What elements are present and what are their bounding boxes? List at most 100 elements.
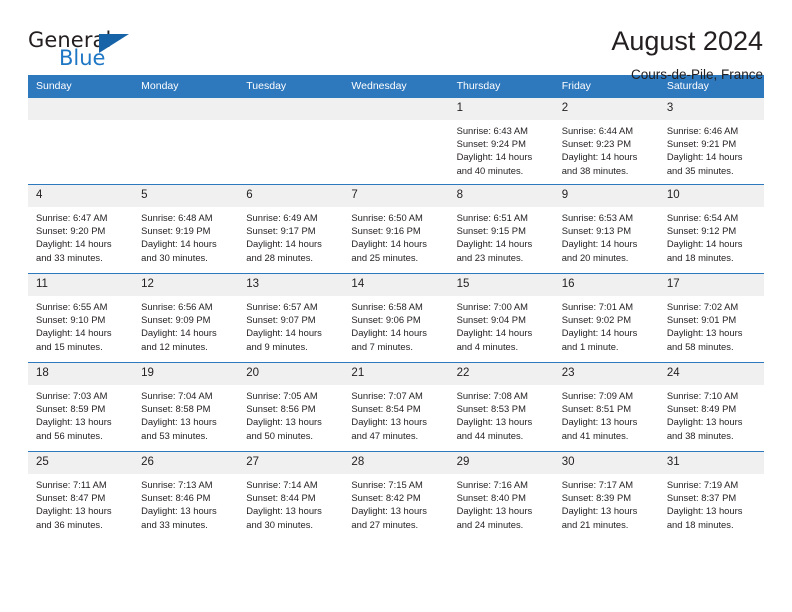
daylight-text: Daylight: 13 hours and 47 minutes. xyxy=(351,416,427,441)
sunset-text: Sunset: 9:02 PM xyxy=(561,314,632,326)
daylight-text: Daylight: 14 hours and 20 minutes. xyxy=(561,238,638,263)
calendar-day-cell[interactable]: 12 Sunrise: 6:56 AM Sunset: 9:09 PM Dayligh… xyxy=(133,273,239,363)
calendar-day-cell[interactable]: 14 Sunrise: 6:58 AM Sunset: 9:06 PM Dayligh… xyxy=(343,273,449,363)
day-cell-inner: 24 Sunrise: 7:10 AM Sunset: 8:49 PM Dayligh… xyxy=(658,363,764,451)
day-cell-inner: 3 Sunrise: 6:46 AM Sunset: 9:21 PM Daylight… xyxy=(658,98,764,184)
sunrise-text: Sunrise: 7:07 AM xyxy=(351,390,423,401)
day-number: 20 xyxy=(238,363,344,385)
day-number: 18 xyxy=(28,363,134,385)
calendar-day-cell[interactable]: 11 Sunrise: 6:55 AM Sunset: 9:10 PM Dayligh… xyxy=(28,273,134,363)
calendar-day-cell[interactable]: 29 Sunrise: 7:16 AM Sunset: 8:40 PM Dayligh… xyxy=(448,451,554,540)
day-cell-inner xyxy=(133,98,239,184)
day-number: 24 xyxy=(658,363,764,385)
calendar-day-cell[interactable]: 23 Sunrise: 7:09 AM Sunset: 8:51 PM Dayligh… xyxy=(553,362,659,452)
day-sun-info: Sunrise: 7:08 AM Sunset: 8:53 PM Daylight:… xyxy=(449,385,554,442)
calendar-day-cell[interactable]: 6 Sunrise: 6:49 AM Sunset: 9:17 PM Daylight… xyxy=(238,184,344,274)
day-sun-info: Sunrise: 7:02 AM Sunset: 9:01 PM Daylight:… xyxy=(659,296,764,353)
calendar-day-cell[interactable]: 1 Sunrise: 6:43 AM Sunset: 9:24 PM Daylight… xyxy=(448,98,554,185)
calendar-day-cell[interactable]: 21 Sunrise: 7:07 AM Sunset: 8:54 PM Dayligh… xyxy=(343,362,449,452)
logo-text-blue: Blue xyxy=(59,46,106,70)
calendar-day-cell[interactable]: 18 Sunrise: 7:03 AM Sunset: 8:59 PM Dayligh… xyxy=(28,362,134,452)
sunrise-text: Sunrise: 7:02 AM xyxy=(666,301,739,312)
sunrise-text: Sunrise: 6:57 AM xyxy=(246,301,318,312)
sunrise-text: Sunrise: 7:03 AM xyxy=(36,390,108,401)
calendar-day-cell[interactable]: 7 Sunrise: 6:50 AM Sunset: 9:16 PM Daylight… xyxy=(343,184,449,274)
sunset-text: Sunset: 8:54 PM xyxy=(351,403,421,415)
day-number: 5 xyxy=(133,185,239,207)
calendar-day-cell[interactable]: 5 Sunrise: 6:48 AM Sunset: 9:19 PM Daylight… xyxy=(133,184,239,274)
calendar-day-cell[interactable]: 31 Sunrise: 7:19 AM Sunset: 8:37 PM Dayligh… xyxy=(658,451,764,540)
calendar-day-cell[interactable]: 25 Sunrise: 7:11 AM Sunset: 8:47 PM Dayligh… xyxy=(28,451,134,540)
calendar-day-cell[interactable]: 24 Sunrise: 7:10 AM Sunset: 8:49 PM Dayligh… xyxy=(658,362,764,452)
daylight-text: Daylight: 14 hours and 35 minutes. xyxy=(666,151,743,176)
sunrise-text: Sunrise: 6:43 AM xyxy=(456,125,528,136)
calendar-page: General Blue August 2024 Cours-de-Pile, … xyxy=(0,0,792,612)
calendar-day-cell[interactable]: 17 Sunrise: 7:02 AM Sunset: 9:01 PM Dayligh… xyxy=(658,273,764,363)
calendar-day-cell[interactable]: 20 Sunrise: 7:05 AM Sunset: 8:56 PM Dayligh… xyxy=(238,362,344,452)
daylight-text: Daylight: 14 hours and 9 minutes. xyxy=(246,327,322,352)
day-cell-inner: 2 Sunrise: 6:44 AM Sunset: 9:23 PM Daylight… xyxy=(553,98,659,184)
day-number: 8 xyxy=(448,185,554,207)
daylight-text: Daylight: 13 hours and 18 minutes. xyxy=(666,505,743,530)
day-number: 30 xyxy=(553,452,659,474)
day-sun-info: Sunrise: 7:15 AM Sunset: 8:42 PM Daylight:… xyxy=(343,474,448,531)
sunrise-text: Sunrise: 6:47 AM xyxy=(36,212,108,223)
day-number: 10 xyxy=(658,185,764,207)
sunrise-text: Sunrise: 6:50 AM xyxy=(351,212,423,223)
daylight-text: Daylight: 13 hours and 53 minutes. xyxy=(141,416,217,441)
day-cell-inner: 28 Sunrise: 7:15 AM Sunset: 8:42 PM Dayligh… xyxy=(343,452,449,540)
sunrise-text: Sunrise: 7:08 AM xyxy=(456,390,528,401)
sunrise-text: Sunrise: 7:01 AM xyxy=(561,301,634,312)
daylight-text: Daylight: 14 hours and 28 minutes. xyxy=(246,238,322,263)
calendar-day-cell[interactable]: 2 Sunrise: 6:44 AM Sunset: 9:23 PM Daylight… xyxy=(553,98,659,185)
day-sun-info: Sunrise: 7:14 AM Sunset: 8:44 PM Daylight:… xyxy=(238,474,343,531)
daylight-text: Daylight: 13 hours and 41 minutes. xyxy=(561,416,638,441)
weekday-header-sunday: Sunday xyxy=(28,75,134,98)
sunset-text: Sunset: 9:21 PM xyxy=(666,138,737,150)
day-number: 22 xyxy=(448,363,554,385)
day-sun-info: Sunrise: 6:55 AM Sunset: 9:10 PM Daylight:… xyxy=(28,296,133,353)
daylight-text: Daylight: 14 hours and 25 minutes. xyxy=(351,238,427,263)
day-cell-inner: 16 Sunrise: 7:01 AM Sunset: 9:02 PM Dayligh… xyxy=(553,274,659,362)
day-number: 26 xyxy=(133,452,239,474)
sunset-text: Sunset: 8:37 PM xyxy=(666,492,737,504)
calendar-day-cell[interactable]: 9 Sunrise: 6:53 AM Sunset: 9:13 PM Daylight… xyxy=(553,184,659,274)
sunrise-text: Sunrise: 6:58 AM xyxy=(351,301,423,312)
calendar-day-cell-empty xyxy=(343,98,449,185)
calendar-day-cell[interactable]: 16 Sunrise: 7:01 AM Sunset: 9:02 PM Dayligh… xyxy=(553,273,659,363)
day-cell-inner: 31 Sunrise: 7:19 AM Sunset: 8:37 PM Dayligh… xyxy=(658,452,764,540)
calendar-day-cell[interactable]: 28 Sunrise: 7:15 AM Sunset: 8:42 PM Dayligh… xyxy=(343,451,449,540)
calendar-day-cell[interactable]: 26 Sunrise: 7:13 AM Sunset: 8:46 PM Dayligh… xyxy=(133,451,239,540)
daylight-text: Daylight: 13 hours and 50 minutes. xyxy=(246,416,322,441)
sunrise-text: Sunrise: 6:46 AM xyxy=(666,125,739,136)
sunrise-text: Sunrise: 6:54 AM xyxy=(666,212,739,223)
day-sun-info: Sunrise: 6:58 AM Sunset: 9:06 PM Daylight:… xyxy=(343,296,448,353)
day-cell-inner: 4 Sunrise: 6:47 AM Sunset: 9:20 PM Daylight… xyxy=(28,185,134,273)
sunset-text: Sunset: 9:15 PM xyxy=(456,225,526,237)
sunset-text: Sunset: 9:19 PM xyxy=(141,225,211,237)
calendar-day-cell[interactable]: 15 Sunrise: 7:00 AM Sunset: 9:04 PM Dayligh… xyxy=(448,273,554,363)
day-cell-inner: 19 Sunrise: 7:04 AM Sunset: 8:58 PM Dayligh… xyxy=(133,363,239,451)
calendar-day-cell[interactable]: 3 Sunrise: 6:46 AM Sunset: 9:21 PM Daylight… xyxy=(658,98,764,185)
calendar-day-cell-empty xyxy=(238,98,344,185)
calendar-day-cell[interactable]: 8 Sunrise: 6:51 AM Sunset: 9:15 PM Daylight… xyxy=(448,184,554,274)
sunset-text: Sunset: 9:17 PM xyxy=(246,225,316,237)
calendar-day-cell[interactable]: 10 Sunrise: 6:54 AM Sunset: 9:12 PM Dayligh… xyxy=(658,184,764,274)
day-number: 4 xyxy=(28,185,134,207)
day-number: 3 xyxy=(658,98,764,120)
calendar-day-cell[interactable]: 13 Sunrise: 6:57 AM Sunset: 9:07 PM Dayligh… xyxy=(238,273,344,363)
calendar-day-cell-empty xyxy=(133,98,239,185)
calendar-day-cell[interactable]: 22 Sunrise: 7:08 AM Sunset: 8:53 PM Dayligh… xyxy=(448,362,554,452)
sunrise-text: Sunrise: 6:44 AM xyxy=(561,125,634,136)
day-cell-inner: 23 Sunrise: 7:09 AM Sunset: 8:51 PM Dayligh… xyxy=(553,363,659,451)
calendar-day-cell[interactable]: 27 Sunrise: 7:14 AM Sunset: 8:44 PM Dayligh… xyxy=(238,451,344,540)
calendar-day-cell[interactable]: 4 Sunrise: 6:47 AM Sunset: 9:20 PM Daylight… xyxy=(28,184,134,274)
calendar-day-cell[interactable]: 30 Sunrise: 7:17 AM Sunset: 8:39 PM Dayligh… xyxy=(553,451,659,540)
calendar-week-row: 1 Sunrise: 6:43 AM Sunset: 9:24 PM Daylight… xyxy=(28,98,764,185)
sunset-text: Sunset: 9:06 PM xyxy=(351,314,421,326)
day-sun-info: Sunrise: 6:47 AM Sunset: 9:20 PM Daylight:… xyxy=(28,207,133,264)
sunset-text: Sunset: 9:20 PM xyxy=(36,225,106,237)
generalblue-logo[interactable]: General Blue xyxy=(28,26,138,74)
day-cell-inner: 10 Sunrise: 6:54 AM Sunset: 9:12 PM Dayligh… xyxy=(658,185,764,273)
calendar-day-cell[interactable]: 19 Sunrise: 7:04 AM Sunset: 8:58 PM Dayligh… xyxy=(133,362,239,452)
